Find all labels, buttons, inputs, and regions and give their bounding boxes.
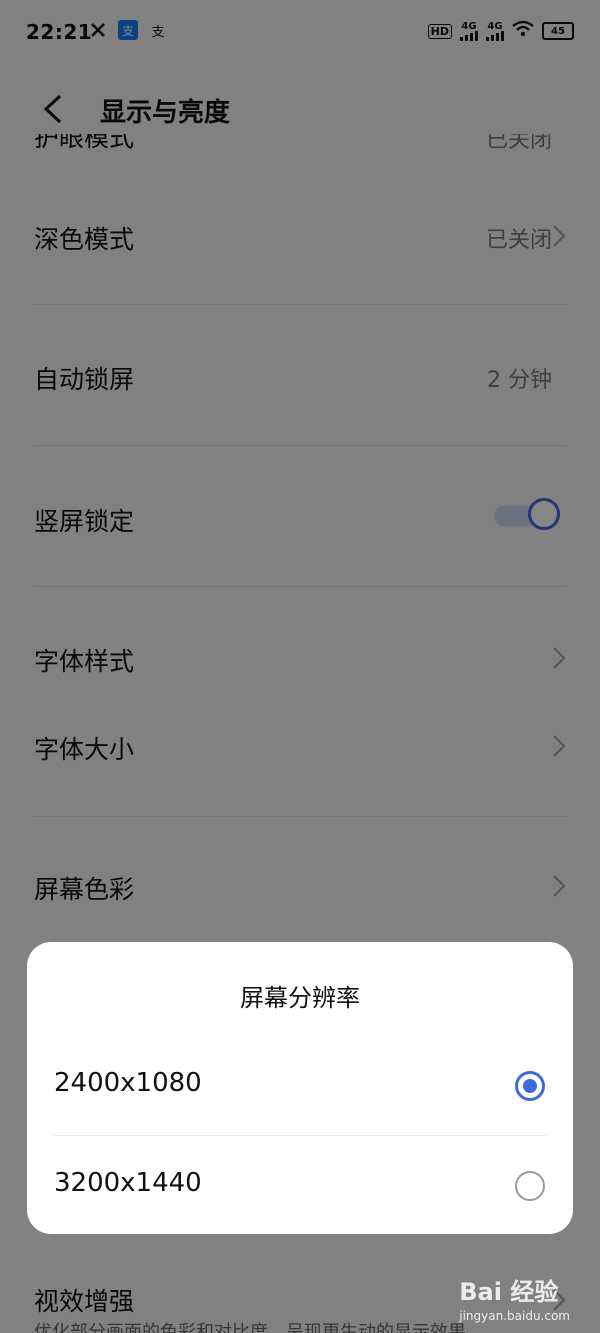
- watermark-brand: Bai 经验: [459, 1278, 559, 1306]
- resolution-option-2400x1080[interactable]: 2400x1080: [27, 1036, 573, 1136]
- option-label: 3200x1440: [54, 1168, 202, 1198]
- settings-screen: 22:21 支 支 HD 4G 4G 45 显示与亮度 护眼模式 已关闭 深色模…: [0, 0, 600, 1333]
- baidu-watermark: Bai 经验 jingyan.baidu.com: [459, 1272, 570, 1323]
- dialog-title: 屏幕分辨率: [240, 984, 360, 1012]
- resolution-dialog: 屏幕分辨率 2400x1080 3200x1440: [27, 942, 573, 1234]
- resolution-option-3200x1440[interactable]: 3200x1440: [27, 1136, 573, 1236]
- radio-selected-icon[interactable]: [515, 1071, 545, 1101]
- watermark-url: jingyan.baidu.com: [459, 1309, 570, 1323]
- option-label: 2400x1080: [54, 1068, 202, 1098]
- radio-unselected-icon[interactable]: [515, 1171, 545, 1201]
